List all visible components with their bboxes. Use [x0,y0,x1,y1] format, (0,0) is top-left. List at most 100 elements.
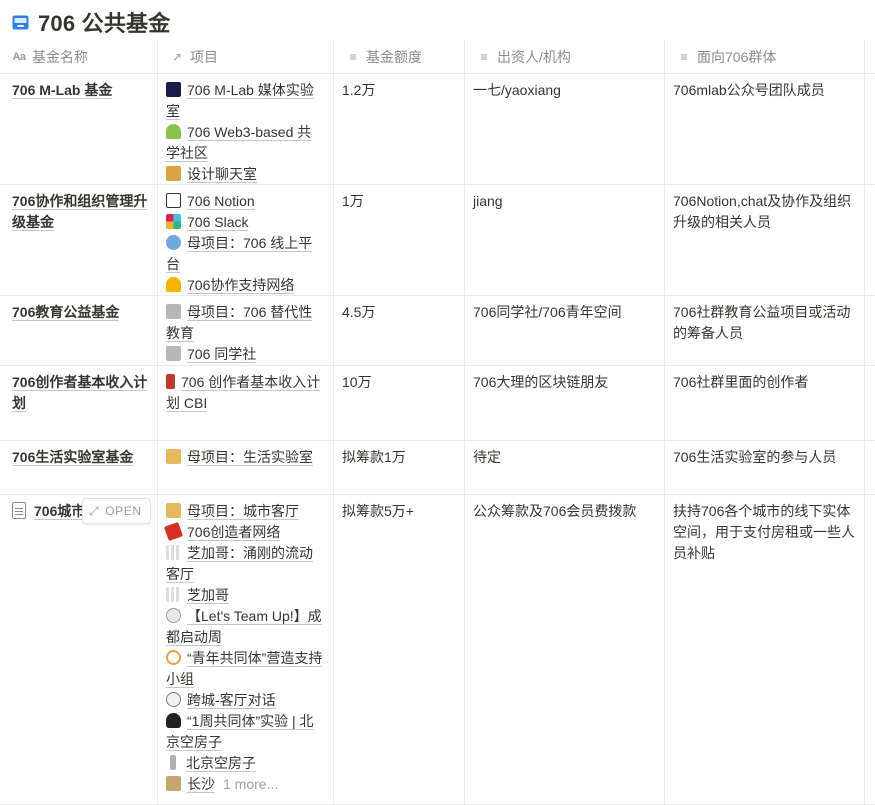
spade-icon [166,713,181,728]
project-link[interactable]: 【Let's Team Up!】成都启动周 [166,606,325,648]
overflow-cell[interactable] [865,74,875,184]
project-label: 706 Notion [187,193,255,210]
funder-value: 706大理的区块链朋友 [473,374,609,390]
target-cell[interactable]: 扶持706各个城市的线下实体空间，用于支付房租或一些人员补贴 [665,495,865,804]
column-header-overflow[interactable]: ≡ [865,40,875,73]
project-label: 母项目：706 替代性教育 [166,304,313,342]
projects-cell[interactable]: 母项目：生活实验室 [158,441,334,494]
project-link[interactable]: 706协作支持网络 [166,275,325,296]
target-value: 706社群里面的创作者 [673,374,809,390]
fund-name-cell[interactable]: 706协作和组织管理升级基金 [0,185,158,295]
table-row[interactable]: 706协作和组织管理升级基金 706 Notion 706 Slack 母项目：… [0,185,875,296]
fund-name[interactable]: 706 M-Lab 基金 [12,82,113,99]
bell-icon [166,277,181,292]
fund-name-cell[interactable]: 706创作者基本收入计划 [0,366,158,440]
project-label: 706 同学社 [187,346,257,363]
table-row[interactable]: 706 M-Lab 基金 706 M-Lab 媒体实验室 706 Web3-ba… [0,74,875,185]
fund-name[interactable]: 706教育公益基金 [12,304,120,321]
amount-value: 1万 [342,193,364,209]
table-row[interactable]: 706创作者基本收入计划 706 创作者基本收入计划 CBI 10万 706大理… [0,366,875,441]
project-link[interactable]: 芝加哥：涌刚的流动客厅 [166,543,325,585]
project-link[interactable]: 母项目：城市客厅 [166,501,325,522]
project-label: 芝加哥：涌刚的流动客厅 [166,545,313,583]
target-cell[interactable]: 706mlab公众号团队成员 [665,74,865,184]
target-cell[interactable]: 706生活实验室的参与人员 [665,441,865,494]
table-row[interactable]: 706生活实验室基金 母项目：生活实验室 拟筹款1万 待定 706生活实验室的参… [0,441,875,495]
projects-cell[interactable]: 706 创作者基本收入计划 CBI [158,366,334,440]
fund-name-cell[interactable]: 706生活实验室基金 [0,441,158,494]
globe-icon [166,235,181,250]
project-label: 长沙 [187,776,215,793]
fund-name-cell[interactable]: 706教育公益基金 [0,296,158,365]
fund-name[interactable]: 706创作者基本收入计划 [12,374,148,412]
target-cell[interactable]: 706社群教育公益项目或活动的筹备人员 [665,296,865,365]
project-link[interactable]: “1周共同体”实验 | 北京空房子 [166,711,325,753]
project-link[interactable]: 706 创作者基本收入计划 CBI [166,372,325,414]
overflow-cell[interactable] [865,441,875,494]
amount-cell[interactable]: 10万 [334,366,465,440]
target-cell[interactable]: 706社群里面的创作者 [665,366,865,440]
column-header-label: 基金额度 [366,48,422,65]
fund-name[interactable]: 706生活实验室基金 [12,449,134,466]
open-page-button[interactable]: ⤢ OPEN [82,498,151,524]
amount-cell[interactable]: 1万 [334,185,465,295]
projects-cell[interactable]: 706 M-Lab 媒体实验室 706 Web3-based 共学社区 设计聊天… [158,74,334,184]
overflow-cell[interactable] [865,366,875,440]
project-link[interactable]: 母项目：706 线上平台 [166,233,325,275]
fund-name[interactable]: 706协作和组织管理升级基金 [12,193,148,231]
project-link[interactable]: 706创造者网络 [163,521,325,543]
funder-cell[interactable]: 706大理的区块链朋友 [465,366,665,440]
projects-cell[interactable]: 母项目：706 替代性教育 706 同学社 [158,296,334,365]
column-header-label: 出资人/机构 [497,48,571,65]
project-link[interactable]: 706 M-Lab 媒体实验室 [166,80,325,122]
project-link[interactable]: 706 同学社 [166,344,325,365]
open-label: OPEN [105,504,142,518]
project-link[interactable]: 长沙 1 more... [166,774,325,795]
project-link[interactable]: 设计聊天室 [166,164,325,185]
amount-value: 10万 [342,374,372,390]
funder-cell[interactable]: jiang [465,185,665,295]
column-header-funder[interactable]: ≡ 出资人/机构 [465,40,665,73]
amount-cell[interactable]: 拟筹款5万+ [334,495,465,804]
amount-cell[interactable]: 拟筹款1万 [334,441,465,494]
overflow-cell[interactable] [865,185,875,295]
ring-icon [166,650,181,665]
projects-cell[interactable]: 706 Notion 706 Slack 母项目：706 线上平台 706协作支… [158,185,334,295]
project-link[interactable]: “青年共同体”营造支持小组 [166,648,325,690]
project-label: 设计聊天室 [187,166,257,183]
project-link[interactable]: 母项目：706 替代性教育 [166,302,325,344]
column-header-projects[interactable]: ↗ 项目 [158,40,334,73]
overflow-cell[interactable] [865,296,875,365]
table-row[interactable]: 706城市 母项目：城市客厅 706创造者网络 芝加哥：涌刚的流动客厅 芝加哥 … [0,495,875,805]
funder-cell[interactable]: 706同学社/706青年空间 [465,296,665,365]
amount-cell[interactable]: 1.2万 [334,74,465,184]
project-link[interactable]: 跨城-客厅对话 [166,690,325,711]
text-lines-icon: ≡ [680,49,688,64]
fund-name-cell[interactable]: 706城市 [0,495,158,804]
projects-cell[interactable]: 母项目：城市客厅 706创造者网络 芝加哥：涌刚的流动客厅 芝加哥 【Let's… [158,495,334,804]
more-link[interactable]: 1 more... [223,776,278,792]
building-icon [166,304,181,319]
project-link[interactable]: 706 Notion [166,191,325,212]
project-link[interactable]: 706 Web3-based 共学社区 [166,122,325,164]
fund-name[interactable]: 706城市 [34,503,86,520]
project-label: 706 M-Lab 媒体实验室 [166,82,314,120]
project-link[interactable]: 北京空房子 [166,753,325,774]
funder-cell[interactable]: 公众筹款及706会员费拨款 [465,495,665,804]
project-link[interactable]: 706 Slack [166,212,325,233]
column-header-name[interactable]: Aa 基金名称 [0,40,158,73]
column-header-amount[interactable]: ≡ 基金额度 [334,40,465,73]
column-header-target[interactable]: ≡ 面向706群体 [665,40,865,73]
funder-value: jiang [473,193,503,209]
project-label: “青年共同体”营造支持小组 [166,650,323,688]
funder-cell[interactable]: 一七/yaoxiang [465,74,665,184]
project-link[interactable]: 芝加哥 [166,585,325,606]
funder-cell[interactable]: 待定 [465,441,665,494]
project-link[interactable]: 母项目：生活实验室 [166,447,325,468]
table-row[interactable]: 706教育公益基金 母项目：706 替代性教育 706 同学社 4.5万 706… [0,296,875,366]
amount-cell[interactable]: 4.5万 [334,296,465,365]
book-icon [166,374,175,389]
fund-name-cell[interactable]: 706 M-Lab 基金 [0,74,158,184]
overflow-cell[interactable] [865,495,875,804]
target-cell[interactable]: 706Notion,chat及协作及组织升级的相关人员 [665,185,865,295]
